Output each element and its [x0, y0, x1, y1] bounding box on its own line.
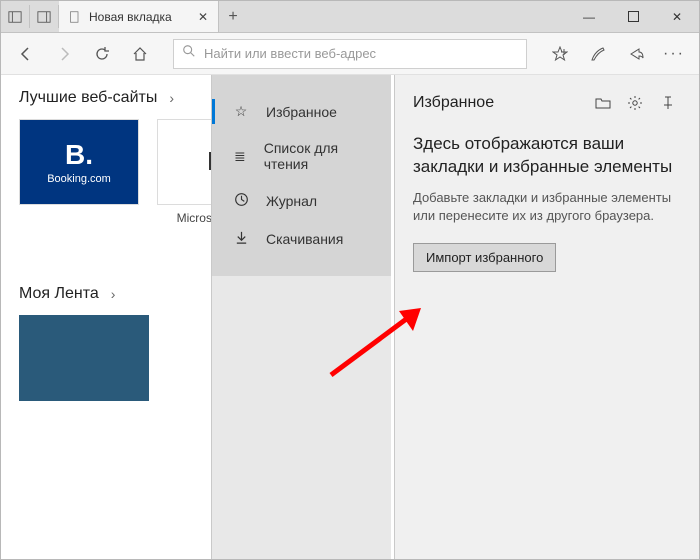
back-button[interactable]	[9, 37, 43, 71]
address-bar[interactable]	[173, 39, 527, 69]
favorites-pane: Избранное Здесь отображаются ваши заклад…	[394, 75, 699, 559]
share-button[interactable]	[619, 37, 653, 71]
more-button[interactable]: ···	[657, 37, 691, 71]
ellipsis-icon: ···	[663, 45, 685, 63]
reading-list-icon: ≣	[232, 148, 248, 165]
favorites-button[interactable]	[543, 37, 577, 71]
tab-title: Новая вкладка	[89, 10, 190, 24]
plus-icon: +	[228, 8, 237, 26]
minimize-icon: —	[583, 10, 595, 24]
tabaside-right-button[interactable]	[30, 1, 58, 32]
pin-button[interactable]	[653, 89, 681, 117]
hub-panel: ☆ Избранное ≣ Список для чтения Журнал С…	[211, 75, 391, 559]
hub-item-label: Скачивания	[266, 231, 343, 247]
create-folder-button[interactable]	[589, 89, 617, 117]
close-window-button[interactable]: ✕	[655, 1, 699, 32]
pane-title: Избранное	[413, 94, 585, 112]
pin-icon	[659, 95, 675, 111]
folder-icon	[595, 95, 611, 111]
hub-item-label: Журнал	[266, 193, 317, 209]
gear-icon	[627, 95, 643, 111]
hub-item-downloads[interactable]: Скачивания	[212, 220, 391, 258]
refresh-icon	[94, 46, 110, 62]
tile-thumb: B. Booking.com	[19, 119, 139, 205]
hub-item-favorites[interactable]: ☆ Избранное	[212, 93, 391, 130]
close-icon[interactable]: ✕	[198, 10, 208, 24]
star-icon	[552, 46, 568, 62]
home-button[interactable]	[123, 37, 157, 71]
content-area: Лучшие веб-сайты › B. Booking.com Micros…	[1, 75, 699, 559]
refresh-button[interactable]	[85, 37, 119, 71]
star-icon: ☆	[232, 103, 250, 120]
maximize-button[interactable]	[611, 1, 655, 32]
minimize-button[interactable]: —	[567, 1, 611, 32]
blank-page-icon	[69, 11, 81, 23]
close-icon: ✕	[672, 10, 682, 24]
section-title: Моя Лента	[19, 285, 99, 303]
arrow-left-icon	[18, 46, 34, 62]
favorites-empty-description: Добавьте закладки и избранные элементы и…	[413, 189, 681, 225]
new-tab-button[interactable]: +	[219, 1, 247, 32]
hub-item-label: Список для чтения	[264, 140, 371, 172]
tab-active[interactable]: Новая вкладка ✕	[59, 1, 219, 32]
hub-item-reading[interactable]: ≣ Список для чтения	[212, 130, 391, 182]
pen-icon	[590, 46, 606, 62]
hub-menu: ☆ Избранное ≣ Список для чтения Журнал С…	[212, 75, 391, 276]
section-title: Лучшие веб-сайты	[19, 89, 157, 107]
toolbar: ···	[1, 33, 699, 75]
tile-sublabel: Booking.com	[47, 173, 111, 185]
notes-button[interactable]	[581, 37, 615, 71]
booking-logo-icon: B.	[65, 139, 93, 171]
panel-left-icon	[8, 10, 22, 24]
window-controls: — ✕	[567, 1, 699, 32]
chevron-right-icon: ›	[169, 90, 174, 106]
panel-right-icon	[37, 10, 51, 24]
share-icon	[628, 46, 644, 62]
history-icon	[232, 192, 250, 210]
titlebar: Новая вкладка ✕ + — ✕	[1, 1, 699, 33]
hub-item-label: Избранное	[266, 104, 337, 120]
tabaside-left-button[interactable]	[1, 1, 29, 32]
favorites-header: Избранное	[413, 89, 681, 117]
favorites-empty-heading: Здесь отображаются ваши закладки и избра…	[413, 133, 681, 179]
download-icon	[232, 230, 250, 248]
maximize-icon	[628, 11, 639, 22]
search-icon	[182, 44, 196, 63]
import-favorites-button[interactable]: Импорт избранного	[413, 243, 556, 272]
settings-button[interactable]	[621, 89, 649, 117]
arrow-right-icon	[56, 46, 72, 62]
home-icon	[132, 46, 148, 62]
forward-button[interactable]	[47, 37, 81, 71]
feed-card-image[interactable]	[19, 315, 149, 401]
tile-booking[interactable]: B. Booking.com	[19, 119, 139, 225]
hub-item-history[interactable]: Журнал	[212, 182, 391, 220]
address-input[interactable]	[204, 46, 518, 61]
chevron-right-icon: ›	[111, 286, 116, 302]
